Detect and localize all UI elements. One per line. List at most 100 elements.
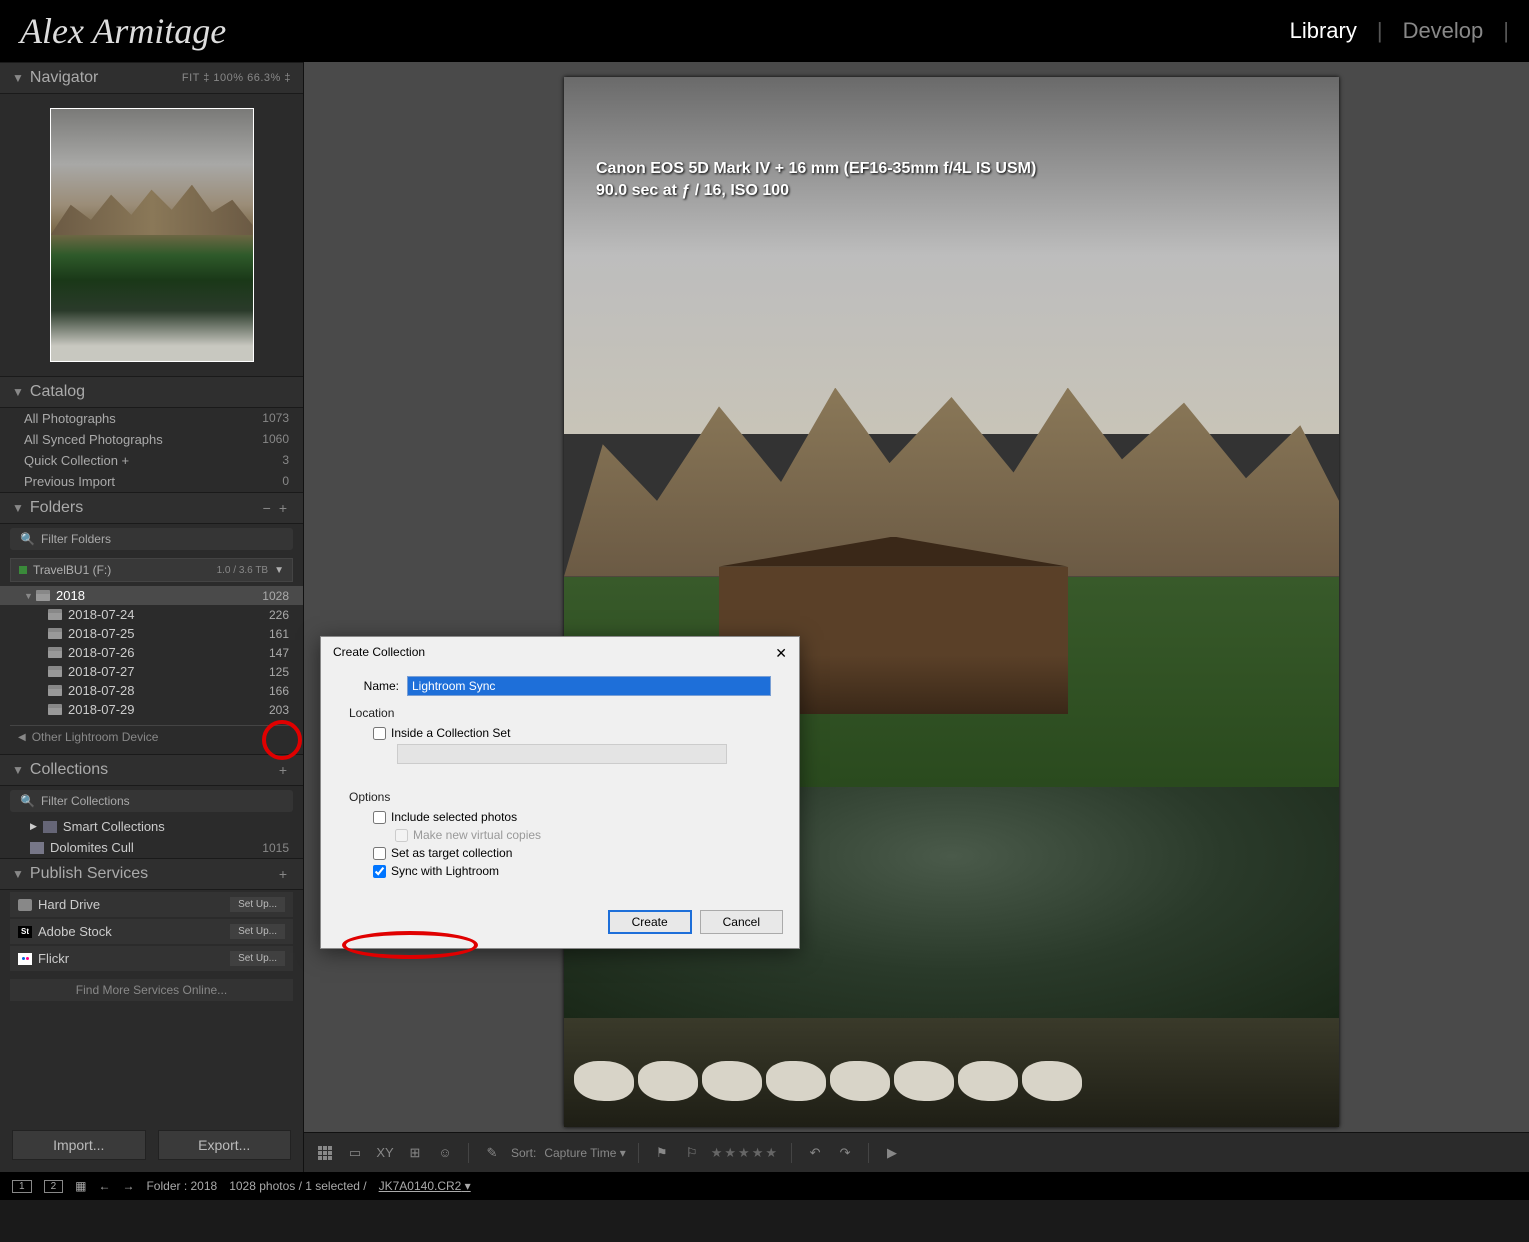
folder-row[interactable]: 2018-07-24226: [0, 605, 303, 624]
export-button[interactable]: Export...: [158, 1130, 292, 1160]
folder-row[interactable]: 2018-07-25161: [0, 624, 303, 643]
grid-view-icon[interactable]: [314, 1142, 336, 1164]
catalog-row[interactable]: All Synced Photographs1060: [0, 429, 303, 450]
module-divider: |: [1377, 18, 1383, 44]
collections-filter[interactable]: 🔍 Filter Collections: [10, 790, 293, 812]
collections-plus-icon[interactable]: +: [275, 762, 291, 778]
folder-icon: [48, 704, 62, 715]
module-develop[interactable]: Develop: [1403, 18, 1484, 44]
folder-row[interactable]: 2018-07-27125: [0, 662, 303, 681]
folder-row[interactable]: 2018-07-28166: [0, 681, 303, 700]
disclosure-triangle-icon[interactable]: ▼: [24, 591, 36, 601]
compare-view-icon[interactable]: XY: [374, 1142, 396, 1164]
folders-minus-icon[interactable]: −: [259, 500, 275, 516]
import-button[interactable]: Import...: [12, 1130, 146, 1160]
virtual-copies-check: Make new virtual copies: [395, 828, 771, 842]
disclosure-triangle-icon: ▼: [12, 763, 24, 777]
navigator-zoom[interactable]: FIT ‡ 100% 66.3% ‡: [182, 72, 291, 84]
star-rating[interactable]: ★★★★★: [711, 1145, 779, 1161]
top-bar: Alex Armitage Library | Develop |: [0, 0, 1529, 62]
sync-lightroom-check[interactable]: Sync with Lightroom: [373, 864, 771, 878]
drive-label: TravelBU1 (F:): [33, 563, 217, 577]
collection-row[interactable]: Dolomites Cull 1015: [0, 837, 303, 858]
dialog-titlebar: Create Collection ✕: [321, 637, 799, 676]
create-collection-dialog: Create Collection ✕ Name: Location Insid…: [320, 636, 800, 949]
catalog-row[interactable]: Quick Collection +3: [0, 450, 303, 471]
catalog-row[interactable]: All Photographs1073: [0, 408, 303, 429]
smart-collection-icon: [43, 821, 57, 833]
publish-header[interactable]: ▼ Publish Services +: [0, 858, 303, 890]
folder-row[interactable]: 2018-07-29203: [0, 700, 303, 719]
publish-row[interactable]: Hard Drive Set Up...: [10, 892, 293, 917]
folder-row-root[interactable]: ▼ 2018 1028: [0, 586, 303, 605]
flag-pick-icon[interactable]: ⚑: [651, 1142, 673, 1164]
collection-row[interactable]: ▶ Smart Collections: [0, 816, 303, 837]
screen-badge-1[interactable]: 1: [12, 1180, 32, 1193]
grid-icon[interactable]: ▦: [75, 1179, 86, 1193]
set-target-check[interactable]: Set as target collection: [373, 846, 771, 860]
folder-label: 2018: [56, 588, 262, 603]
navigator-title: Navigator: [30, 69, 182, 87]
chevron-down-icon[interactable]: ▼: [274, 565, 284, 576]
catalog-row[interactable]: Previous Import0: [0, 471, 303, 492]
collections-title: Collections: [30, 761, 275, 779]
main-photo[interactable]: [564, 77, 1339, 1127]
setup-button[interactable]: Set Up...: [230, 924, 285, 939]
survey-view-icon[interactable]: ⊞: [404, 1142, 426, 1164]
rotate-cw-icon[interactable]: ↷: [834, 1142, 856, 1164]
navigator-preview[interactable]: [50, 108, 254, 362]
bottom-toolbar: ▭ XY ⊞ ☺ ✎ Sort: Capture Time ▾ ⚑ ⚐ ★★★★…: [304, 1132, 1529, 1172]
flag-reject-icon[interactable]: ⚐: [681, 1142, 703, 1164]
painter-icon[interactable]: ✎: [481, 1142, 503, 1164]
screen-badge-2[interactable]: 2: [44, 1180, 64, 1193]
catalog-title: Catalog: [30, 383, 291, 401]
drive-row[interactable]: TravelBU1 (F:) 1.0 / 3.6 TB ▼: [10, 558, 293, 582]
forward-icon[interactable]: →: [122, 1179, 134, 1193]
flickr-icon: [18, 953, 32, 965]
sort-dropdown[interactable]: Capture Time ▾: [544, 1146, 625, 1160]
dialog-title: Create Collection: [333, 645, 775, 662]
setup-button[interactable]: Set Up...: [230, 897, 285, 912]
module-divider: |: [1503, 18, 1509, 44]
other-device-row[interactable]: ◀ Other Lightroom Device: [10, 725, 293, 748]
people-view-icon[interactable]: ☺: [434, 1142, 456, 1164]
search-icon: 🔍: [20, 794, 35, 808]
find-more-services[interactable]: Find More Services Online...: [10, 979, 293, 1001]
inside-collection-set-check[interactable]: Inside a Collection Set: [373, 726, 771, 740]
create-button[interactable]: Create: [608, 910, 692, 934]
include-photos-check[interactable]: Include selected photos: [373, 810, 771, 824]
slideshow-icon[interactable]: ▶: [881, 1142, 903, 1164]
navigator-header[interactable]: ▼ Navigator FIT ‡ 100% 66.3% ‡: [0, 62, 303, 94]
status-counts: 1028 photos / 1 selected /: [229, 1179, 366, 1193]
catalog-list: All Photographs1073 All Synced Photograp…: [0, 408, 303, 492]
status-filename[interactable]: JK7A0140.CR2 ▾: [379, 1179, 471, 1193]
disclosure-triangle-icon: ▼: [12, 501, 24, 515]
left-bottom-buttons: Import... Export...: [0, 1118, 303, 1172]
close-icon[interactable]: ✕: [775, 645, 787, 662]
collection-icon: [30, 842, 44, 854]
collections-filter-label: Filter Collections: [41, 794, 130, 808]
cancel-button[interactable]: Cancel: [700, 910, 783, 934]
navigator-body: [0, 94, 303, 376]
folders-plus-icon[interactable]: +: [275, 500, 291, 516]
other-device-label: Other Lightroom Device: [32, 730, 159, 744]
folder-row[interactable]: 2018-07-26147: [0, 643, 303, 662]
drive-status-icon: [19, 566, 27, 574]
folders-header[interactable]: ▼ Folders − +: [0, 492, 303, 524]
collection-set-select: [397, 744, 727, 764]
loupe-view-icon[interactable]: ▭: [344, 1142, 366, 1164]
setup-button[interactable]: Set Up...: [230, 951, 285, 966]
publish-row[interactable]: St Adobe Stock Set Up...: [10, 919, 293, 944]
publish-plus-icon[interactable]: +: [275, 866, 291, 882]
back-icon[interactable]: ←: [98, 1179, 110, 1193]
module-library[interactable]: Library: [1290, 18, 1357, 44]
rotate-ccw-icon[interactable]: ↶: [804, 1142, 826, 1164]
folders-filter[interactable]: 🔍 Filter Folders: [10, 528, 293, 550]
meta-line2: 90.0 sec at ƒ / 16, ISO 100: [596, 180, 1036, 202]
photo-metadata-overlay: Canon EOS 5D Mark IV + 16 mm (EF16-35mm …: [596, 158, 1036, 203]
disclosure-triangle-icon[interactable]: ▶: [30, 821, 37, 832]
collection-name-input[interactable]: [407, 676, 771, 696]
catalog-header[interactable]: ▼ Catalog: [0, 376, 303, 408]
collections-header[interactable]: ▼ Collections +: [0, 754, 303, 786]
publish-row[interactable]: Flickr Set Up...: [10, 946, 293, 971]
